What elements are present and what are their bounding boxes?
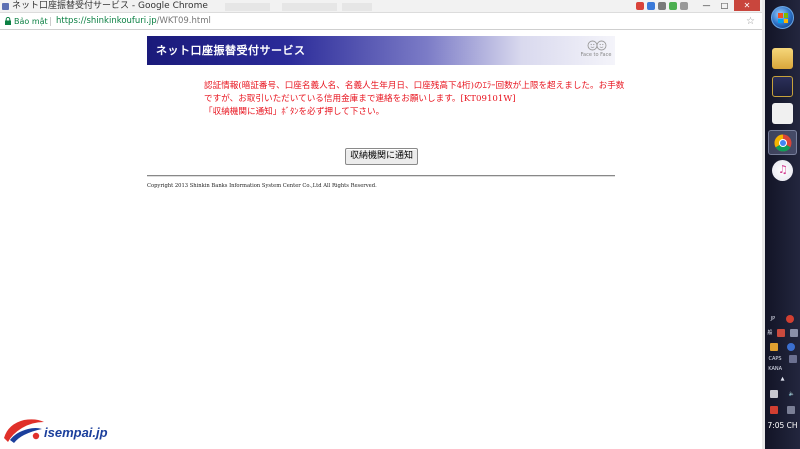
face-to-face-logo: Face to Face [579,39,613,61]
address-bar[interactable]: Bảo mật https://shinkinkoufuri.jp/WKT09.… [0,13,762,30]
background-tab[interactable] [342,3,372,11]
background-tab[interactable] [225,3,270,11]
extension-icon[interactable] [636,2,644,10]
tray-row: JP [765,314,800,324]
url-host: https://shinkinkoufuri.jp [56,16,157,26]
itunes-icon[interactable]: ♫ [772,160,793,181]
close-icon[interactable]: ✕ [734,0,760,11]
notify-collection-agency-button[interactable]: 収納機関に通知 [345,148,418,165]
address-divider [50,17,51,26]
windows-logo-icon [778,13,788,23]
tray-row: 🔈 [765,389,800,399]
minimize-icon[interactable]: — [698,0,715,11]
page-title: ネット口座振替受付サービス [156,44,306,57]
start-button[interactable] [771,6,794,29]
tray-row [765,342,800,352]
screen: ネット口座振替受付サービス - Google Chrome — □ ✕ Bảo … [0,0,800,449]
lock-icon [5,17,11,25]
extension-icon[interactable] [647,2,655,10]
caps-indicator: CAPS [768,356,782,362]
window-title: ネット口座振替受付サービス - Google Chrome [12,1,208,11]
error-line: ですが、お取引いただいている信用金庫まで連絡をお願いします。[KT09101W] [204,94,516,104]
tray-row: KANA [765,364,800,374]
tray-row: ▲ [765,374,800,384]
page-favicon-icon [2,3,9,10]
help-icon[interactable] [787,343,796,351]
extension-icons [636,2,688,10]
browser-title-bar: ネット口座振替受付サービス - Google Chrome — □ ✕ [0,0,762,13]
maximize-icon[interactable]: □ [716,0,733,11]
ime-icon[interactable] [786,315,795,323]
taskbar-clock[interactable]: 7:05 CH [765,421,800,431]
settings-icon[interactable] [788,355,797,363]
tray-row: 般 [765,328,800,338]
battery-icon[interactable] [787,406,796,414]
network-icon[interactable] [770,390,779,398]
tray-row: CAPS [765,354,800,364]
file-explorer-icon[interactable] [772,48,793,69]
volume-icon[interactable]: 🔈 [789,390,795,398]
error-line: 「収納機関に通知」ﾎﾞﾀﾝを必ず押して下さい。 [204,107,385,117]
extension-icon[interactable] [669,2,677,10]
ime-toolbar-icon[interactable] [777,329,785,337]
chrome-taskbar-button[interactable] [768,130,797,155]
ime-mode-indicator[interactable]: 般 [767,329,772,337]
service-banner: ネット口座振替受付サービス Face to Face [147,36,615,65]
copyright-text: Copyright 2013 Shinkin Banks Information… [147,183,377,189]
logo-text: Face to Face [580,52,612,58]
background-tab[interactable] [282,3,337,11]
error-line: 認証情報(暗証番号、口座名義人名、名義人生年月日、口座残高下4桁)のｴﾗｰ回数が… [204,81,625,91]
bookmark-star-icon[interactable]: ☆ [746,15,755,28]
isempai-logo-icon [4,419,44,443]
error-message: 認証情報(暗証番号、口座名義人名、名義人生年月日、口座残高下4桁)のｴﾗｰ回数が… [204,80,674,119]
extension-icon[interactable] [680,2,688,10]
game-launcher-icon[interactable] [772,76,793,97]
tray-row [765,405,800,415]
footer-divider [147,175,615,177]
tray-app-icon[interactable] [769,343,778,351]
url-path: /WKT09.html [156,16,211,26]
ime-pad-icon[interactable] [789,329,798,337]
antivirus-icon[interactable] [769,406,778,414]
language-indicator[interactable]: JP [771,315,776,323]
kana-indicator: KANA [768,366,783,372]
show-hidden-icons-icon[interactable]: ▲ [781,375,785,383]
window-controls: — □ ✕ [697,0,760,13]
extension-icon[interactable] [658,2,666,10]
face-to-face-logo-icon [587,40,607,51]
url-text[interactable]: https://shinkinkoufuri.jp/WKT09.html [56,13,211,30]
chrome-icon [774,134,792,152]
watermark-text: isempai.jp [44,425,108,440]
app-icon[interactable] [772,103,793,124]
isempai-watermark: isempai.jp [2,412,120,446]
security-label[interactable]: Bảo mật [14,13,48,30]
